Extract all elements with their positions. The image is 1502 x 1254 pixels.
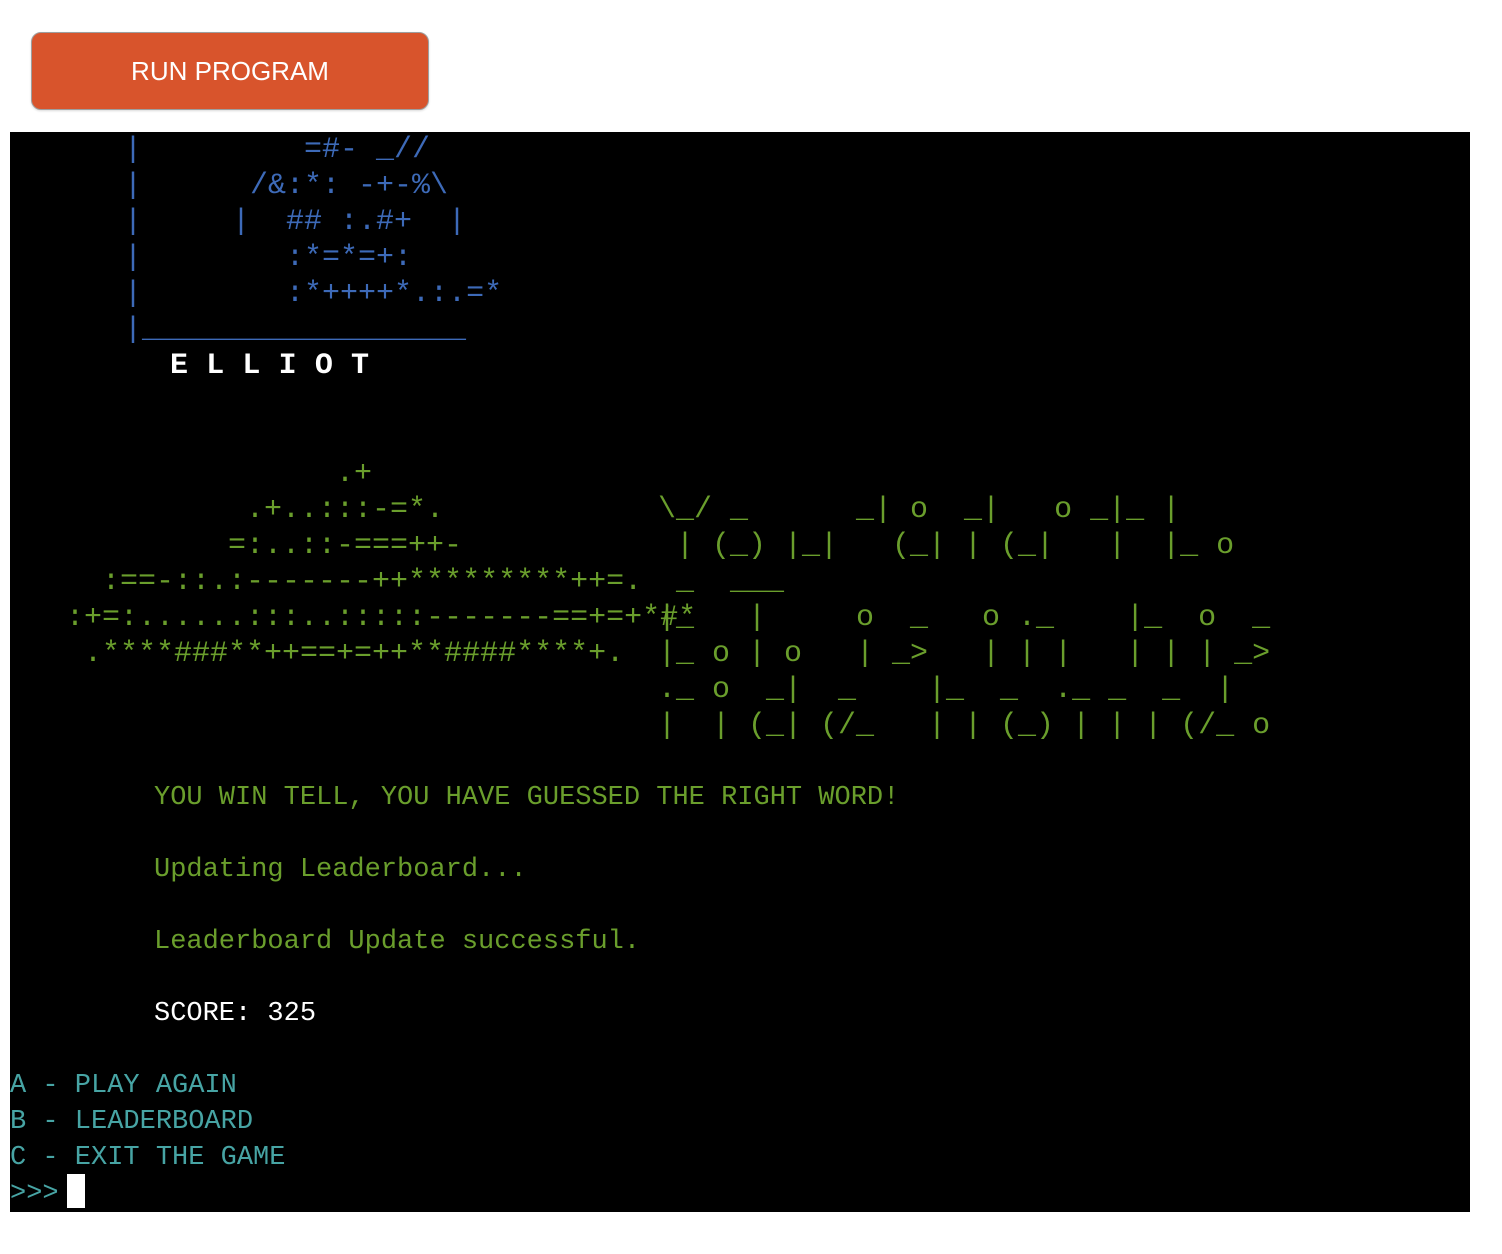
elliot-ascii-art: | =#- _// | /&:*: -+-%\ | | ## :.#+ | | … xyxy=(124,133,503,347)
winner-ascii-banner: \_/ _ _| o _| o _|_ | | (_) |_| (_| | (_… xyxy=(658,493,1271,743)
score-value: 325 xyxy=(267,999,317,1029)
ufo-ascii-art: .+ .+..:::-=*. =:..::-===++- :==-::.:---… xyxy=(66,457,697,671)
menu-option-play-again[interactable]: A - PLAY AGAIN xyxy=(10,1071,237,1101)
text-cursor[interactable] xyxy=(66,1174,85,1208)
leaderboard-success-message: Leaderboard Update successful. xyxy=(154,927,641,957)
win-message: YOU WIN TELL, YOU HAVE GUESSED THE RIGHT… xyxy=(154,783,900,813)
game-menu: A - PLAY AGAIN B - LEADERBOARD C - EXIT … xyxy=(10,1068,285,1176)
input-prompt-line[interactable]: >>> xyxy=(10,1174,85,1212)
score-line: SCORE: 325 xyxy=(154,996,316,1032)
score-label: SCORE: xyxy=(154,999,252,1029)
run-program-label: RUN PROGRAM xyxy=(131,55,329,86)
elliot-label: E L L I O T xyxy=(170,349,370,383)
menu-option-exit[interactable]: C - EXIT THE GAME xyxy=(10,1143,285,1173)
run-program-button[interactable]: RUN PROGRAM xyxy=(31,32,429,110)
prompt-symbol: >>> xyxy=(10,1179,59,1210)
terminal-screen[interactable]: | =#- _// | /&:*: -+-%\ | | ## :.#+ | | … xyxy=(10,132,1470,1212)
menu-option-leaderboard[interactable]: B - LEADERBOARD xyxy=(10,1107,253,1137)
updating-leaderboard-message: Updating Leaderboard... xyxy=(154,855,527,885)
